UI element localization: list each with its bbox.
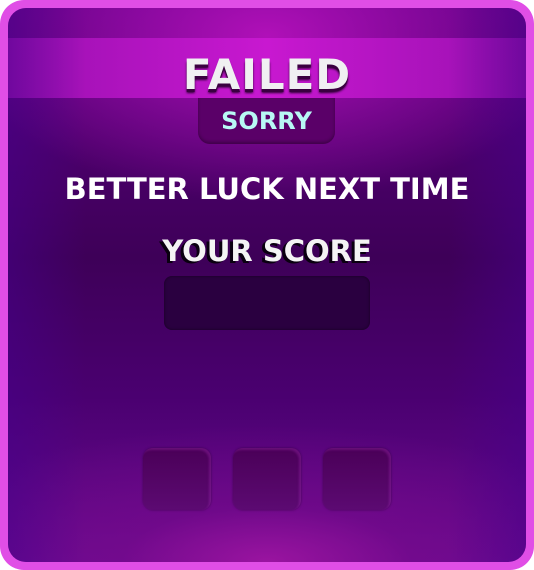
sorry-tab: SORRY bbox=[198, 98, 335, 144]
failed-panel: FAILED SORRY BETTER LUCK NEXT TIME YOUR … bbox=[8, 8, 526, 562]
score-label: YOUR SCORE bbox=[162, 234, 372, 268]
action-button-2[interactable] bbox=[233, 448, 301, 510]
score-display bbox=[164, 276, 370, 330]
action-button-3[interactable] bbox=[323, 448, 391, 510]
failed-title: FAILED bbox=[182, 50, 352, 99]
action-button-1[interactable] bbox=[143, 448, 211, 510]
message-text: BETTER LUCK NEXT TIME bbox=[64, 172, 470, 206]
